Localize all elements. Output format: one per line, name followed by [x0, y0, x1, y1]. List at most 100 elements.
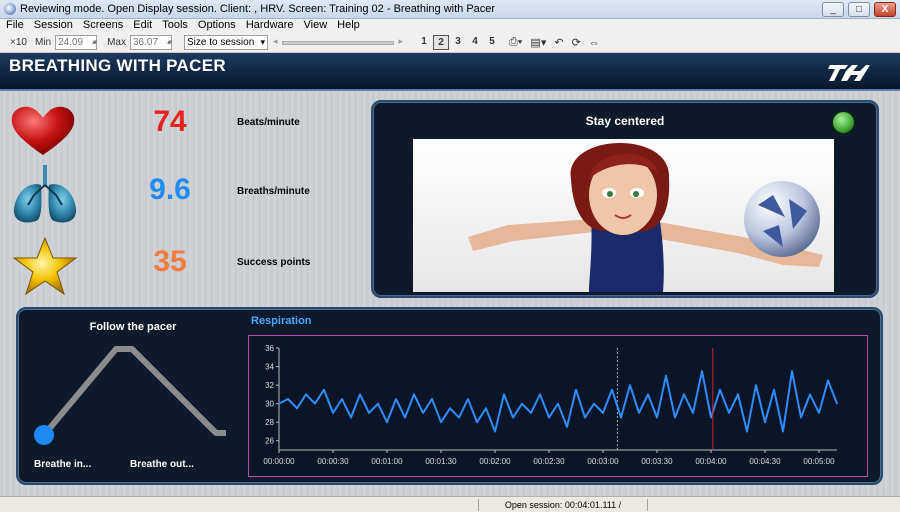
video-feedback-panel: Stay centered: [371, 100, 879, 298]
data-point: [359, 393, 361, 396]
data-point: [485, 407, 487, 410]
data-point: [539, 393, 541, 396]
success-points-value: 35: [153, 245, 187, 278]
status-bar: Open session: 00:04:01.111 / 00:05:09.93…: [0, 496, 900, 512]
close-button[interactable]: X: [874, 2, 896, 17]
menu-file[interactable]: File: [6, 19, 24, 33]
heart-rate-value: 74: [153, 105, 187, 138]
data-point: [683, 393, 685, 396]
data-point: [458, 416, 460, 419]
data-point: [494, 430, 496, 433]
page-5-button[interactable]: 5: [484, 35, 500, 50]
y-tick-label: 28: [265, 418, 274, 427]
data-point: [440, 421, 442, 423]
data-point: [836, 402, 838, 405]
screen-header: BREATHING WITH PACER: [0, 53, 900, 91]
data-point: [422, 412, 424, 414]
x-tick-label: 00:02:00: [479, 457, 511, 466]
breath-rate-label: Breaths/minute: [237, 186, 310, 197]
data-point: [665, 375, 667, 377]
data-point: [332, 412, 334, 414]
data-point: [467, 398, 469, 400]
breathe-out-label: Breathe out...: [130, 459, 194, 470]
respiration-plot: 26 28 30 32 34 36 00:00:00 00:00:30 00:01:00 00:0…: [263, 344, 838, 466]
menu-edit[interactable]: Edit: [133, 19, 152, 33]
menu-screens[interactable]: Screens: [83, 19, 123, 33]
menu-options[interactable]: Options: [198, 19, 236, 33]
menu-session[interactable]: Session: [34, 19, 73, 33]
data-point: [548, 416, 550, 419]
x-tick-label: 00:04:30: [749, 457, 781, 466]
x-tick-label: 00:01:30: [425, 457, 457, 466]
data-point: [719, 388, 721, 391]
page-title: BREATHING WITH PACER: [9, 56, 226, 75]
page-3-button[interactable]: 3: [450, 35, 466, 50]
menu-bar: File Session Screens Edit Tools Options …: [0, 19, 900, 33]
data-point: [530, 412, 532, 414]
data-point: [386, 421, 388, 423]
data-point: [827, 379, 829, 382]
expand-icon[interactable]: ⇔: [589, 37, 600, 49]
lungs-icon: [10, 163, 80, 223]
data-point: [296, 407, 298, 410]
session-time-status: Open session: 00:04:01.111 / 00:05:09.93…: [478, 499, 648, 511]
x-tick-label: 00:03:30: [641, 457, 673, 466]
data-point: [800, 416, 802, 419]
x-tick-label: 00:05:00: [803, 457, 835, 466]
data-point: [584, 416, 586, 419]
max-input[interactable]: 36.07: [130, 35, 172, 50]
data-point: [503, 393, 505, 396]
data-point: [755, 384, 757, 386]
menu-view[interactable]: View: [304, 19, 328, 33]
breathing-pacer: [34, 346, 226, 445]
maximize-button[interactable]: □: [848, 2, 870, 17]
data-point: [602, 412, 604, 414]
x-tick-label: 00:03:00: [587, 457, 619, 466]
data-point: [314, 402, 316, 405]
page-1-button[interactable]: 1: [416, 35, 432, 50]
y-tick-label: 26: [265, 437, 274, 446]
max-label: Max: [107, 37, 126, 48]
data-point: [557, 402, 559, 405]
animation-display: [413, 139, 834, 292]
data-point: [521, 402, 523, 405]
data-point: [278, 402, 280, 405]
data-point: [773, 388, 775, 391]
title-bar: Reviewing mode. Open Display session. Cl…: [0, 0, 900, 19]
data-point: [818, 412, 820, 414]
x-tick-label: 00:04:00: [695, 457, 727, 466]
y-tick-label: 30: [265, 400, 274, 409]
undo-icon[interactable]: ↶: [554, 36, 563, 49]
copy-icon[interactable]: ▤▾: [530, 36, 546, 49]
data-point: [710, 416, 712, 419]
menu-tools[interactable]: Tools: [162, 19, 188, 33]
print-icon[interactable]: ⎙▾: [509, 36, 522, 49]
breathing-panel: Follow the pacer Breathe in... Breathe o…: [16, 307, 883, 485]
min-input[interactable]: 24.09: [55, 35, 98, 50]
data-point: [287, 398, 289, 400]
data-point: [404, 416, 406, 419]
success-points-label: Success points: [237, 257, 311, 268]
data-point: [350, 416, 352, 419]
time-slider[interactable]: [273, 36, 403, 47]
data-point: [629, 384, 631, 386]
heart-icon: [10, 105, 80, 165]
logo-icon: [828, 65, 870, 81]
refresh-icon[interactable]: ⟳: [572, 36, 581, 49]
data-point: [413, 393, 415, 396]
page-2-button[interactable]: 2: [433, 35, 449, 50]
zoom-label[interactable]: ×10: [10, 37, 27, 48]
x-tick-label: 00:00:30: [317, 457, 349, 466]
status-indicator-icon: [832, 111, 855, 134]
y-tick-label: 36: [265, 344, 274, 353]
minimize-button[interactable]: _: [822, 2, 844, 17]
data-point: [791, 370, 793, 372]
page-4-button[interactable]: 4: [467, 35, 483, 50]
menu-help[interactable]: Help: [337, 19, 360, 33]
menu-hardware[interactable]: Hardware: [246, 19, 294, 33]
data-point: [656, 416, 658, 419]
heart-rate-label: Beats/minute: [237, 117, 300, 128]
data-point: [701, 370, 703, 372]
scale-mode-select[interactable]: Size to session: [184, 35, 268, 50]
data-point: [323, 388, 325, 391]
